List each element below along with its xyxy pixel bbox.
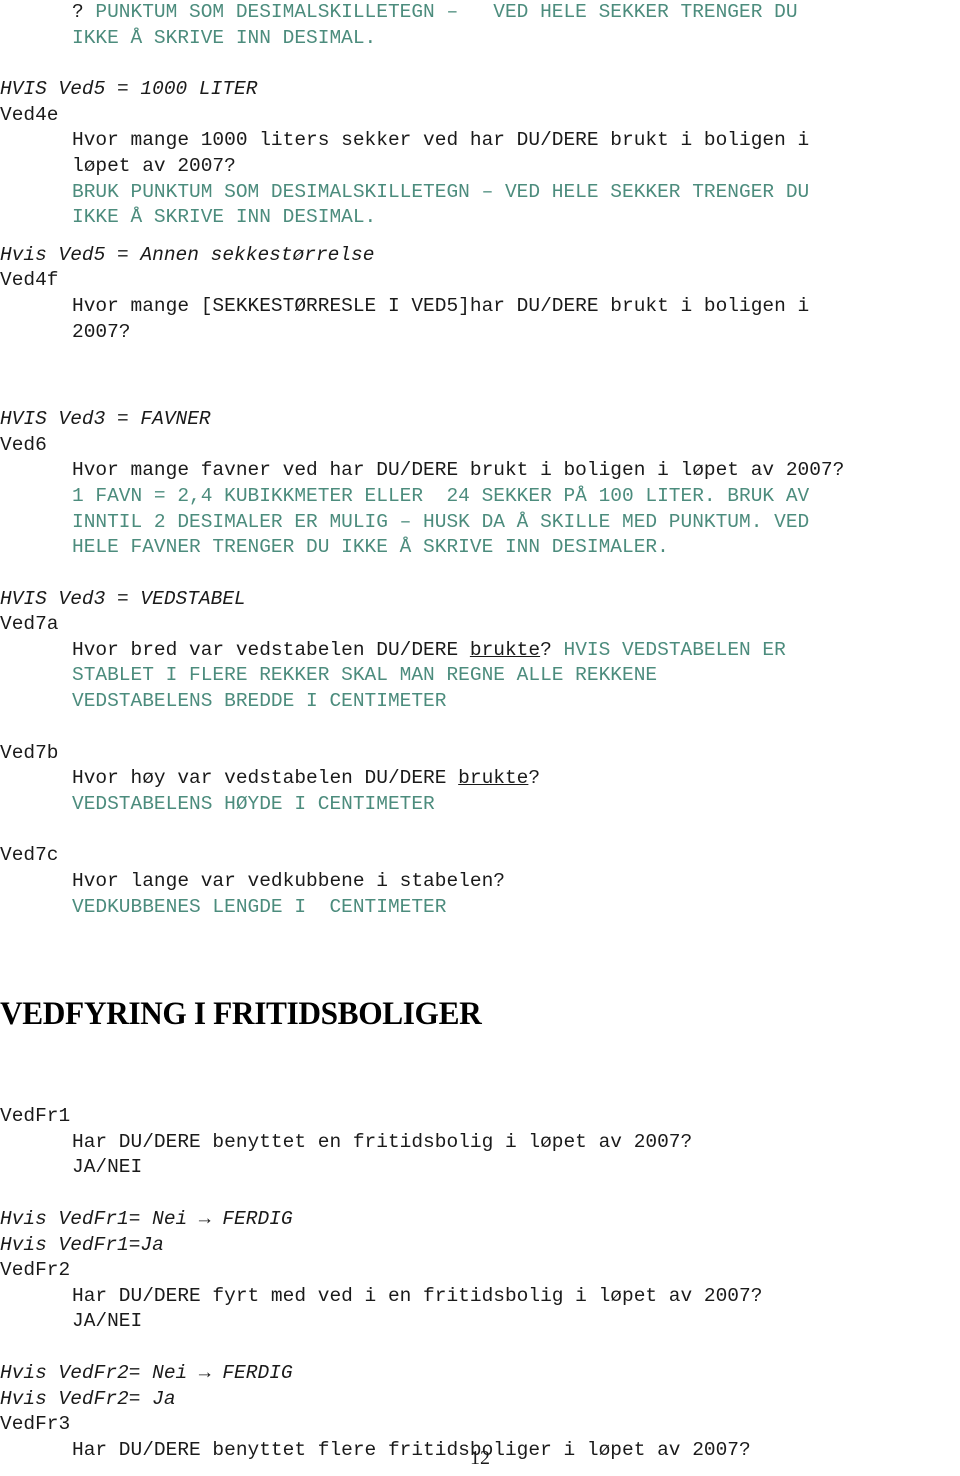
ved7b-variable: Ved7b xyxy=(0,741,59,764)
block-ved7a: HVIS Ved3 = VEDSTABEL Ved7a Hvor bred va… xyxy=(0,587,960,715)
ved6-variable: Ved6 xyxy=(0,433,47,456)
ved4e-hint-line-2: IKKE Å SKRIVE INN DESIMAL. xyxy=(72,206,377,229)
block-ved6: HVIS Ved3 = FAVNER Ved6 Hvor mange favne… xyxy=(0,407,960,561)
vedfr3-variable: VedFr3 xyxy=(0,1413,71,1436)
ved7a-question-underlined: brukte xyxy=(469,638,541,661)
ved6-hint-line-3: HELE FAVNER TRENGER DU IKKE Å SKRIVE INN… xyxy=(72,536,669,559)
ved7c-hint-line-1: VEDKUBBENES LENGDE I CENTIMETER xyxy=(72,895,447,918)
page-number: 12 xyxy=(470,1447,490,1469)
vedfr2-condition-line-2: Hvis VedFr1=Ja xyxy=(0,1233,164,1256)
vedfr1-question-line-1: Har DU/DERE benyttet en fritidsbolig i l… xyxy=(72,1130,693,1153)
ved7b-question-prefix: Hvor høy var vedstabelen DU/DERE xyxy=(72,767,459,790)
ved7b-hint-line-1: VEDSTABELENS HØYDE I CENTIMETER xyxy=(72,792,435,815)
ved4d-hint-line-1: ? PUNKTUM SOM DESIMALSKILLETEGN – VED HE… xyxy=(72,0,960,26)
ved4f-condition: Hvis Ved5 = Annen sekkestørrelse xyxy=(0,243,375,266)
questionnaire-page: ? PUNKTUM SOM DESIMALSKILLETEGN – VED HE… xyxy=(0,0,960,1476)
ved7b-question-suffix: ? xyxy=(528,767,541,790)
ved4e-hint-line-1: BRUK PUNKTUM SOM DESIMALSKILLETEGN – VED… xyxy=(72,180,810,203)
vedfr3-condition-line-2: Hvis VedFr2= Ja xyxy=(0,1387,176,1410)
vedfr2-question-line-1: Har DU/DERE fyrt med ved i en fritidsbol… xyxy=(72,1284,763,1307)
ved4d-lead-symbol: ? xyxy=(72,1,96,23)
ved7c-question-line-1: Hvor lange var vedkubbene i stabelen? xyxy=(72,870,505,893)
vedfr1-variable: VedFr1 xyxy=(0,1105,71,1128)
section-heading: VEDFYRING I FRITIDSBOLIGER xyxy=(0,996,482,1033)
ved7a-question-suffix: ? xyxy=(540,638,564,661)
ved7a-hint-inline: HVIS VEDSTABELEN ER xyxy=(563,638,786,661)
block-ved7b: Ved7b Hvor høy var vedstabelen DU/DERE b… xyxy=(0,741,960,818)
ved7b-question-line-1: Hvor høy var vedstabelen DU/DERE brukte? xyxy=(72,766,960,792)
ved4e-condition: HVIS Ved5 = 1000 LITER xyxy=(0,78,258,101)
block-ved7c: Ved7c Hvor lange var vedkubbene i stabel… xyxy=(0,843,960,920)
ved7a-question-prefix: Hvor bred var vedstabelen DU/DERE xyxy=(72,638,470,661)
ved4e-question-line-2: løpet av 2007? xyxy=(72,154,236,177)
ved7c-variable: Ved7c xyxy=(0,844,59,867)
ved4f-question-line-2: 2007? xyxy=(72,320,131,343)
vedfr2-answer-options: JA/NEI xyxy=(72,1310,143,1333)
vedfr2-condition-line-1: Hvis VedFr1= Nei → FERDIG xyxy=(0,1208,293,1230)
block-vedfr2: Hvis VedFr1= Nei → FERDIG Hvis VedFr1=Ja… xyxy=(0,1207,960,1335)
ved7a-hint-line-2: STABLET I FLERE REKKER SKAL MAN REGNE AL… xyxy=(72,664,658,687)
ved6-hint-line-1: 1 FAVN = 2,4 KUBIKKMETER ELLER 24 SEKKER… xyxy=(72,484,810,507)
ved7a-variable: Ved7a xyxy=(0,613,59,636)
ved7a-condition: HVIS Ved3 = VEDSTABEL xyxy=(0,587,246,610)
vedfr1-answer-options: JA/NEI xyxy=(72,1156,143,1179)
ved6-question-line-1: Hvor mange favner ved har DU/DERE brukt … xyxy=(72,459,845,482)
ved7b-question-underlined: brukte xyxy=(458,767,529,790)
block-ved4e: HVIS Ved5 = 1000 LITER Ved4e Hvor mange … xyxy=(0,77,960,231)
block-ved4d-tail: ? PUNKTUM SOM DESIMALSKILLETEGN – VED HE… xyxy=(0,0,960,51)
ved4e-question-line-1: Hvor mange 1000 liters sekker ved har DU… xyxy=(72,129,810,152)
block-vedfr1: VedFr1 Har DU/DERE benyttet en fritidsbo… xyxy=(0,1104,960,1181)
ved7a-hint-line-3: VEDSTABELENS BREDDE I CENTIMETER xyxy=(72,690,447,713)
ved4d-hint-line-2: IKKE Å SKRIVE INN DESIMAL. xyxy=(72,26,377,49)
ved4d-hint-text-1: PUNKTUM SOM DESIMALSKILLETEGN – VED HELE… xyxy=(95,1,798,23)
ved6-condition: HVIS Ved3 = FAVNER xyxy=(0,408,211,431)
ved4e-variable: Ved4e xyxy=(0,103,59,126)
ved4f-question-line-1: Hvor mange [SEKKESTØRRESLE I VED5]har DU… xyxy=(72,294,810,317)
ved6-hint-line-2: INNTIL 2 DESIMALER ER MULIG – HUSK DA Å … xyxy=(72,510,810,533)
ved7a-question-line-1: Hvor bred var vedstabelen DU/DERE brukte… xyxy=(72,638,960,664)
block-ved4f: Hvis Ved5 = Annen sekkestørrelse Ved4f H… xyxy=(0,243,960,345)
vedfr3-condition-line-1: Hvis VedFr2= Nei → FERDIG xyxy=(0,1361,293,1384)
ved4f-variable: Ved4f xyxy=(0,269,59,292)
vedfr2-variable: VedFr2 xyxy=(0,1259,71,1282)
